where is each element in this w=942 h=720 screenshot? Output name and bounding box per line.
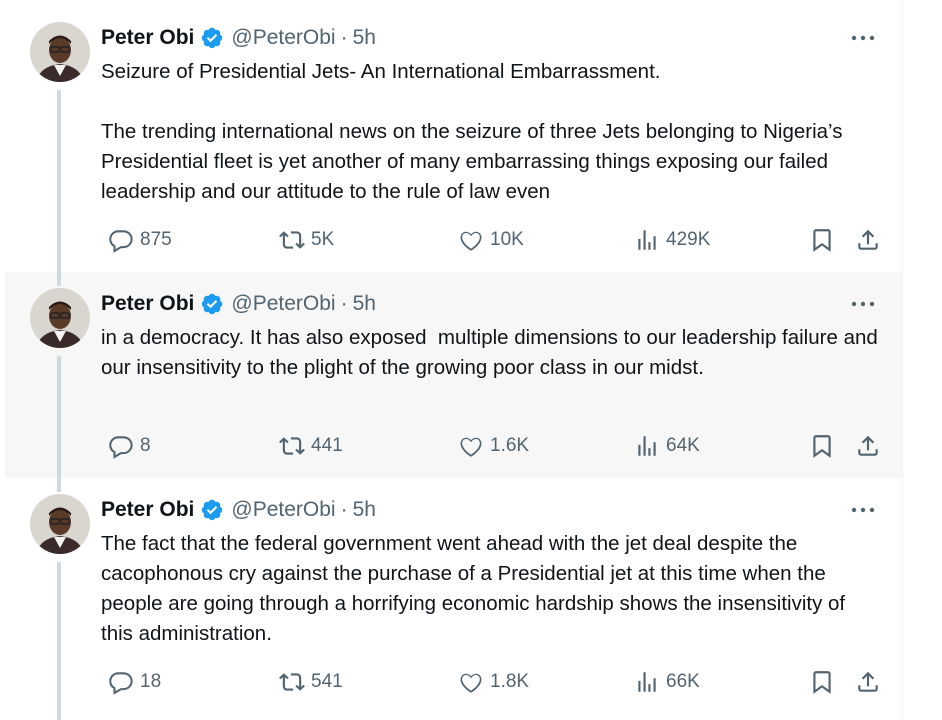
bookmark-icon (813, 435, 831, 458)
reply-count: 875 (140, 229, 172, 250)
tweet-header: Peter Obi @PeterObi · 5h (101, 26, 376, 50)
tweet-text: The fact that the federal government wen… (101, 532, 851, 645)
views-count: 66K (666, 671, 700, 692)
heart-icon (460, 673, 482, 693)
retweet-button[interactable]: 541 (279, 668, 343, 696)
bookmark-icon (813, 229, 831, 252)
bookmark-button[interactable] (809, 668, 835, 696)
timestamp[interactable]: 5h (353, 498, 376, 522)
reply-count: 18 (140, 671, 162, 692)
reply-icon (109, 230, 133, 253)
like-count: 1.8K (490, 671, 530, 692)
action-bar: 875 5K 10K 429K (101, 226, 891, 254)
action-bar: 18 541 1.8K 66K (101, 668, 891, 696)
avatar[interactable] (30, 494, 90, 554)
avatar[interactable] (30, 22, 90, 82)
bookmark-icon (813, 671, 831, 694)
tweet-header: Peter Obi @PeterObi · 5h (101, 498, 376, 522)
author-name[interactable]: Peter Obi (101, 26, 194, 50)
share-button[interactable] (855, 432, 881, 460)
author-name[interactable]: Peter Obi (101, 292, 194, 316)
like-button[interactable]: 1.6K (458, 432, 529, 460)
author-handle[interactable]: @PeterObi (231, 292, 335, 316)
views-chart-icon (638, 436, 656, 456)
more-options-button[interactable] (850, 500, 876, 520)
tweet-text: in a democracy. It has also exposed mult… (101, 326, 884, 379)
retweet-icon (279, 437, 305, 455)
views-chart-icon (638, 672, 656, 692)
separator: · (340, 292, 348, 315)
verified-badge-icon[interactable] (200, 498, 224, 522)
thread-connector-line (57, 478, 61, 492)
verified-badge-icon[interactable] (200, 26, 224, 50)
retweet-icon (279, 673, 305, 691)
like-count: 10K (490, 229, 524, 250)
reply-count: 8 (140, 435, 151, 456)
timestamp[interactable]: 5h (353, 292, 376, 316)
reply-button[interactable]: 18 (108, 668, 161, 696)
views-count: 64K (666, 435, 700, 456)
thread-feed: Peter Obi @PeterObi · 5h Seizure of Pres… (5, 0, 903, 720)
share-icon (858, 229, 878, 250)
retweet-icon (279, 231, 305, 249)
action-bar: 8 441 1.6K 64K (101, 432, 891, 460)
author-name[interactable]: Peter Obi (101, 498, 194, 522)
views-button[interactable]: 66K (634, 668, 700, 696)
tweet-2[interactable]: Peter Obi @PeterObi · 5h in a democracy.… (5, 272, 902, 478)
tweet-3[interactable]: Peter Obi @PeterObi · 5h The fact that t… (5, 478, 902, 720)
views-button[interactable]: 64K (634, 432, 700, 460)
more-horizontal-icon (851, 507, 875, 513)
reply-button[interactable]: 8 (108, 432, 151, 460)
retweet-button[interactable]: 441 (279, 432, 343, 460)
timestamp[interactable]: 5h (353, 26, 376, 50)
separator: · (340, 498, 348, 521)
like-count: 1.6K (490, 435, 530, 456)
retweet-count: 441 (311, 435, 343, 456)
tweet-header: Peter Obi @PeterObi · 5h (101, 292, 376, 316)
reply-icon (109, 672, 133, 695)
thread-connector-line (57, 356, 61, 478)
author-handle[interactable]: @PeterObi (231, 498, 335, 522)
share-button[interactable] (855, 226, 881, 254)
heart-icon (460, 437, 482, 457)
views-button[interactable]: 429K (634, 226, 710, 254)
reply-button[interactable]: 875 (108, 226, 172, 254)
more-horizontal-icon (851, 35, 875, 41)
tweet-1[interactable]: Peter Obi @PeterObi · 5h Seizure of Pres… (5, 0, 902, 272)
reply-icon (109, 436, 133, 459)
author-handle[interactable]: @PeterObi (231, 26, 335, 50)
share-icon (858, 671, 878, 692)
retweet-count: 541 (311, 671, 343, 692)
share-icon (858, 435, 878, 456)
tweet-text: Seizure of Presidential Jets- An Interna… (101, 60, 843, 203)
more-options-button[interactable] (850, 294, 876, 314)
retweet-count: 5K (311, 229, 335, 250)
verified-badge-icon[interactable] (200, 292, 224, 316)
more-options-button[interactable] (850, 28, 876, 48)
bookmark-button[interactable] (809, 226, 835, 254)
share-button[interactable] (855, 668, 881, 696)
thread-connector-line (57, 562, 61, 720)
like-button[interactable]: 1.8K (458, 668, 529, 696)
thread-connector-line (57, 90, 61, 272)
separator: · (340, 26, 348, 49)
heart-icon (460, 231, 482, 251)
thread-connector-line (57, 272, 61, 286)
like-button[interactable]: 10K (458, 226, 524, 254)
bookmark-button[interactable] (809, 432, 835, 460)
retweet-button[interactable]: 5K (279, 226, 334, 254)
avatar[interactable] (30, 288, 90, 348)
views-count: 429K (666, 229, 711, 250)
more-horizontal-icon (851, 301, 875, 307)
views-chart-icon (638, 230, 656, 250)
